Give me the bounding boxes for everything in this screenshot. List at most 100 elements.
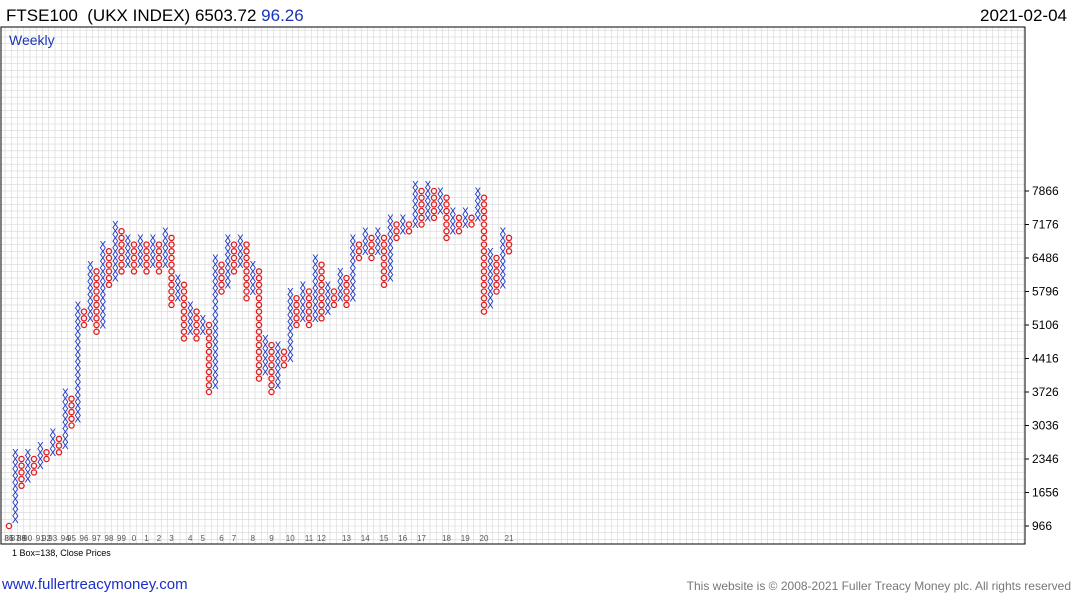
x-mark: X — [449, 207, 456, 218]
pnf-column-3: XXXXX — [24, 448, 31, 486]
y-tick-label: 3036 — [1032, 419, 1059, 433]
x-mark: X — [224, 233, 231, 244]
x-mark: X — [212, 254, 219, 265]
x-mark: X — [387, 213, 394, 224]
pnf-column-19: XXXXX — [124, 233, 131, 271]
pnf-column-13: XXXXXXXXX — [87, 260, 94, 325]
x-mark: X — [12, 448, 19, 459]
x-mark: X — [74, 300, 81, 311]
x-mark: X — [112, 220, 119, 231]
x-mark: X — [287, 287, 294, 298]
x-tick-label: 5 — [201, 534, 206, 543]
x-mark: X — [187, 300, 194, 311]
x-mark: X — [124, 233, 131, 244]
x-tick-label: 2 — [157, 534, 162, 543]
pnf-column-74 — [468, 214, 475, 228]
x-axis: 858687888990 919293 9495 96 97 98 99 0 1 2 3 4 5 6 7 8 9… — [5, 534, 514, 543]
pnf-column-47: XXXXXX — [299, 280, 306, 325]
website-link[interactable]: www.fullertreacymoney.com — [2, 576, 188, 593]
x-mark: X — [274, 341, 281, 352]
x-tick-label: 0 — [132, 534, 137, 543]
x-mark: X — [349, 233, 356, 244]
x-tick-label: 11 — [305, 534, 314, 543]
x-mark: X — [37, 441, 44, 452]
pnf-column-6 — [43, 449, 50, 463]
pnf-column-17: XXXXXXXXX — [112, 220, 119, 285]
x-tick-label: 6 — [219, 534, 224, 543]
x-mark: X — [474, 187, 481, 198]
pnf-column-51: XXXXX — [324, 280, 331, 318]
x-tick-label: 93 — [48, 534, 57, 543]
pnf-column-53: XXXXX — [337, 267, 344, 305]
x-mark: X — [462, 207, 469, 218]
pnf-column-79: XXXXXXXXX — [499, 227, 506, 292]
y-tick-label: 966 — [1032, 519, 1052, 533]
pnf-column-69: XXXX — [437, 187, 444, 218]
pnf-column-45: XXXXXXXXXXX — [287, 287, 294, 365]
x-tick-label: 7 — [232, 534, 237, 543]
x-tick-label: 98 — [105, 534, 114, 543]
x-mark: X — [374, 227, 381, 238]
pnf-column-61: XXXXXXXXXX — [387, 213, 394, 284]
x-tick-label: 97 — [92, 534, 101, 543]
x-mark: X — [62, 388, 69, 399]
x-tick-label: 20 — [480, 534, 489, 543]
pnf-column-63: XXX — [399, 213, 406, 237]
pnf-column-33: XXXXXXXXXXXXXXXXXXXX — [212, 254, 219, 392]
x-tick-label: 12 — [317, 534, 326, 543]
x-mark: X — [87, 260, 94, 271]
pnf-column-11: XXXXXXXXXXXXXXXXXX — [74, 300, 81, 425]
pnf-column-9: XXXXXXXXX — [62, 388, 69, 453]
x-tick-label: 13 — [342, 534, 351, 543]
pnf-column-64 — [405, 221, 413, 235]
x-mark: X — [249, 260, 256, 271]
x-mark: X — [237, 233, 244, 244]
x-tick-label: 4 — [188, 534, 193, 543]
x-mark: X — [137, 233, 144, 244]
box-size-note: 1 Box=138, Close Prices — [12, 548, 111, 558]
x-tick-label: 10 — [286, 534, 295, 543]
x-mark: X — [199, 314, 206, 325]
x-tick-label: 3 — [169, 534, 174, 543]
pnf-column-31: XXX — [199, 314, 206, 338]
y-tick-label: 1656 — [1032, 486, 1059, 500]
x-tick-label: 1 — [144, 534, 149, 543]
plot-frame — [0, 26, 1026, 545]
pnf-column-21: XXXXX — [137, 233, 144, 271]
x-mark: X — [162, 227, 169, 238]
pnf-column-73: XXX — [462, 207, 469, 231]
x-tick-label: 95 — [67, 534, 76, 543]
pnf-column-48 — [305, 288, 313, 329]
x-mark: X — [399, 213, 406, 224]
pnf-column-42 — [268, 341, 275, 396]
x-mark: X — [262, 334, 269, 345]
pnf-column-67: XXXXXX — [424, 180, 431, 225]
x-tick-label: 17 — [417, 534, 426, 543]
x-tick-label: 21 — [505, 534, 514, 543]
copyright-text: This website is © 2008-2021 Fuller Treac… — [686, 579, 1071, 593]
x-mark: X — [412, 180, 419, 191]
y-tick-label: 6486 — [1032, 251, 1059, 265]
x-tick-label: 96 — [80, 534, 89, 543]
pnf-column-78 — [493, 254, 500, 295]
x-tick-label: 18 — [442, 534, 451, 543]
x-mark: X — [337, 267, 344, 278]
x-tick-label: 14 — [361, 534, 370, 543]
x-tick-label: 8 — [251, 534, 256, 543]
x-mark: X — [99, 240, 106, 251]
x-mark: X — [312, 254, 319, 265]
y-tick-label: 2346 — [1032, 452, 1059, 466]
x-tick-label: 16 — [398, 534, 407, 543]
pnf-column-66 — [418, 187, 425, 228]
pnf-column-71: XXXX — [449, 207, 456, 238]
pnf-column-65: XXXXXXX — [412, 180, 419, 231]
pnf-column-58 — [368, 234, 375, 262]
pnf-column-29: XXXXX — [187, 300, 194, 338]
x-tick-label: 99 — [117, 534, 126, 543]
x-mark: X — [487, 247, 494, 258]
x-mark: X — [299, 280, 306, 291]
pnf-column-60 — [380, 234, 388, 289]
pnf-column-77: XXXXXXXXX — [487, 247, 494, 312]
pnf-column-1: XXXXXXXXXXX — [12, 448, 19, 526]
pnf-column-16 — [105, 248, 113, 289]
